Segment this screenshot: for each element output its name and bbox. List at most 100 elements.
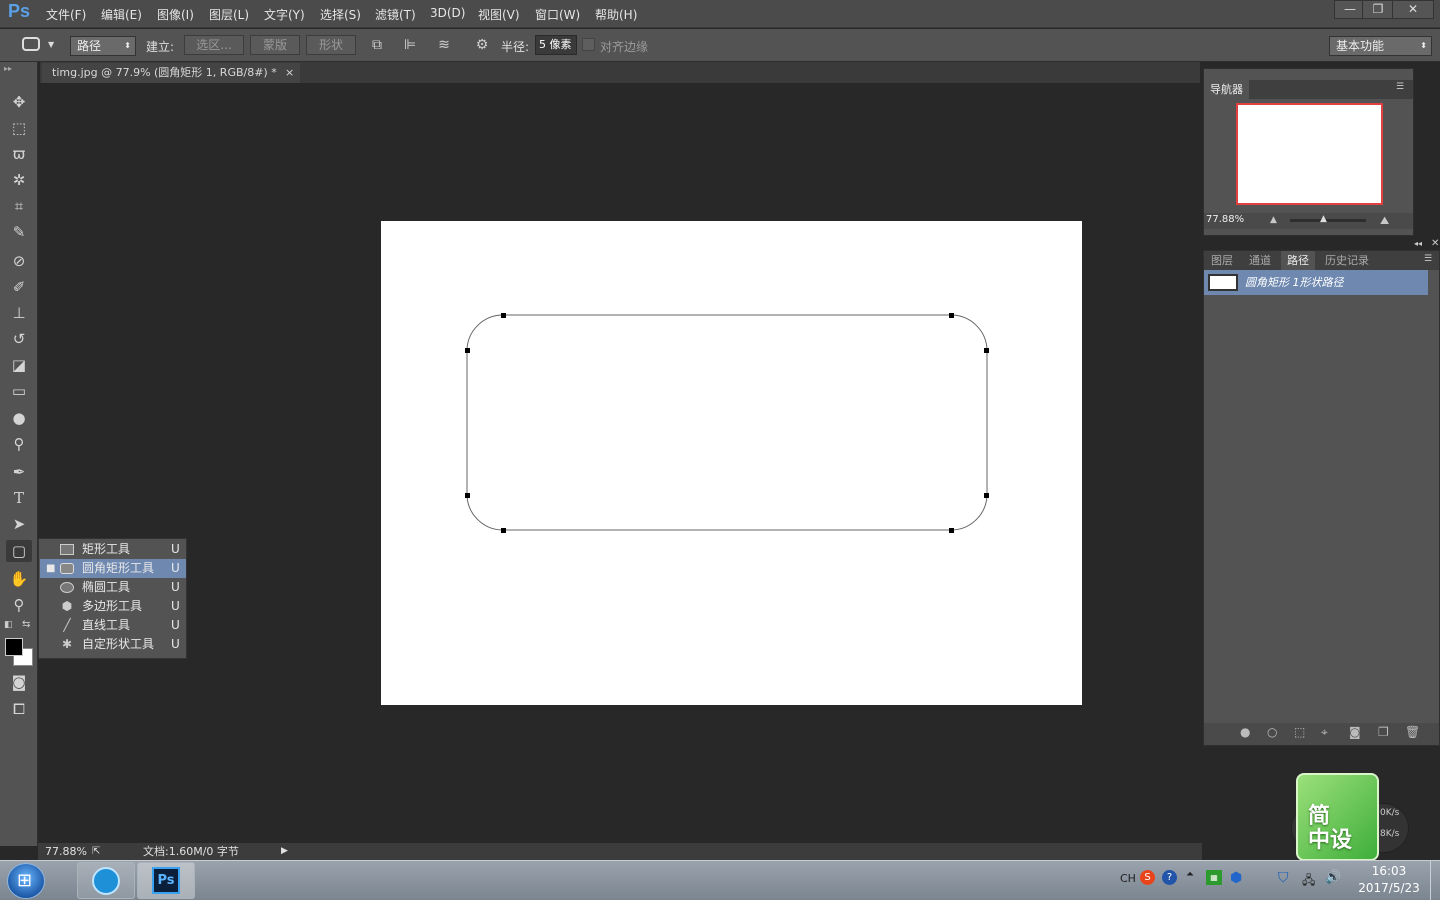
flyout-item-rounded-rectangle[interactable]: ■ 圆角矩形工具 U bbox=[40, 559, 186, 578]
document-canvas[interactable] bbox=[381, 221, 1082, 705]
close-tab-icon[interactable]: × bbox=[285, 63, 294, 83]
tab-channels[interactable]: 通道 bbox=[1243, 251, 1277, 270]
volume-icon[interactable]: 🔊 bbox=[1325, 870, 1341, 885]
collapse-toolbox-icon[interactable]: ▸▸ bbox=[4, 64, 12, 73]
path-selection-tool-icon[interactable]: ➤ bbox=[6, 513, 32, 535]
make-mask-button[interactable]: 蒙版 bbox=[250, 35, 300, 55]
zoom-out-icon[interactable]: ▲ bbox=[1270, 215, 1277, 225]
panel-menu-icon[interactable]: ☰ bbox=[1396, 82, 1404, 92]
stroke-path-icon[interactable]: ○ bbox=[1267, 725, 1277, 739]
magic-wand-tool-icon[interactable]: ✲ bbox=[6, 169, 32, 191]
taskbar-app-photoshop[interactable]: Ps bbox=[137, 862, 195, 899]
move-tool-icon[interactable]: ✥ bbox=[6, 91, 32, 113]
menu-layer[interactable]: 图层(L) bbox=[209, 6, 249, 23]
radius-input[interactable]: 5 像素 bbox=[535, 35, 577, 55]
path-alignment-icon[interactable]: ⊫ bbox=[399, 35, 421, 55]
close-button[interactable]: ✕ bbox=[1392, 0, 1434, 19]
wifi-app-icon[interactable]: ▦ bbox=[1206, 870, 1222, 885]
flyout-item-rectangle[interactable]: 矩形工具 U bbox=[40, 540, 186, 559]
zoom-in-icon[interactable]: ⛰ bbox=[1380, 214, 1389, 228]
ime-icon[interactable]: S bbox=[1140, 870, 1155, 885]
flyout-item-custom-shape[interactable]: ✱ 自定形状工具 U bbox=[40, 635, 186, 654]
path-arrangement-icon[interactable]: ≋ bbox=[433, 35, 455, 55]
tab-navigator[interactable]: 导航器 bbox=[1204, 80, 1249, 99]
close-panel-icon[interactable]: ✕ bbox=[1431, 238, 1439, 249]
collapse-panel-icon[interactable]: ◂◂ bbox=[1414, 239, 1422, 248]
flyout-item-line[interactable]: ╱ 直线工具 U bbox=[40, 616, 186, 635]
hand-tool-icon[interactable]: ✋ bbox=[6, 568, 32, 590]
menu-edit[interactable]: 编辑(E) bbox=[101, 6, 142, 23]
menu-file[interactable]: 文件(F) bbox=[46, 6, 86, 23]
healing-brush-tool-icon[interactable]: ⊘ bbox=[6, 250, 32, 272]
menu-window[interactable]: 窗口(W) bbox=[535, 6, 580, 23]
pen-tool-icon[interactable]: ✒ bbox=[6, 461, 32, 483]
status-menu-arrow-icon[interactable]: ▶ bbox=[281, 843, 288, 860]
workspace-select[interactable]: 基本功能 ⬍ bbox=[1329, 36, 1432, 56]
make-work-path-icon[interactable]: ⌖ bbox=[1321, 725, 1328, 740]
gear-icon[interactable]: ⚙ bbox=[471, 35, 493, 55]
eyedropper-tool-icon[interactable]: ✎ bbox=[6, 221, 32, 243]
quick-mask-icon[interactable]: ◙ bbox=[6, 671, 32, 693]
floating-widget[interactable]: 简 中设 bbox=[1296, 773, 1379, 861]
make-shape-button[interactable]: 形状 bbox=[306, 35, 356, 55]
export-icon[interactable]: ⇱ bbox=[92, 843, 100, 860]
show-desktop-button[interactable] bbox=[1430, 861, 1440, 900]
new-path-icon[interactable]: ❐ bbox=[1378, 725, 1389, 739]
brush-tool-icon[interactable]: ✐ bbox=[6, 276, 32, 298]
flyout-item-polygon[interactable]: ⬢ 多边形工具 U bbox=[40, 597, 186, 616]
screen-mode-icon[interactable]: ⧠ bbox=[6, 698, 32, 720]
rounded-rectangle-tool-preset-icon[interactable] bbox=[22, 37, 40, 51]
default-colors-icon[interactable]: ◧ bbox=[4, 620, 13, 630]
network-icon[interactable]: 🖧 bbox=[1302, 871, 1315, 892]
swap-colors-icon[interactable]: ⇆ bbox=[22, 619, 30, 630]
menu-image[interactable]: 图像(I) bbox=[157, 6, 194, 23]
help-icon[interactable]: ? bbox=[1162, 870, 1177, 885]
taskbar-clock[interactable]: 16:03 2017/5/23 bbox=[1344, 863, 1434, 897]
blur-tool-icon[interactable]: ● bbox=[6, 407, 32, 429]
shield-icon[interactable]: ⛉ bbox=[1278, 870, 1289, 886]
navigator-zoom-value[interactable]: 77.88% bbox=[1206, 214, 1244, 225]
input-language[interactable]: CH bbox=[1120, 872, 1136, 885]
tray-expand-icon[interactable]: ⏶ bbox=[1186, 869, 1194, 880]
lasso-tool-icon[interactable]: ϖ bbox=[6, 143, 32, 165]
menu-3d[interactable]: 3D(D) bbox=[430, 6, 465, 20]
zoom-tool-icon[interactable]: ⚲ bbox=[6, 594, 32, 616]
crop-tool-icon[interactable]: ⌗ bbox=[6, 195, 32, 217]
gradient-tool-icon[interactable]: ▭ bbox=[6, 380, 32, 402]
menu-select[interactable]: 选择(S) bbox=[320, 6, 361, 23]
status-zoom[interactable]: 77.88% bbox=[45, 843, 87, 860]
navigator-thumbnail[interactable] bbox=[1236, 103, 1383, 205]
fill-path-icon[interactable]: ● bbox=[1240, 725, 1250, 739]
foreground-color-swatch[interactable] bbox=[5, 638, 23, 656]
tool-preset-chevron-icon[interactable]: ▼ bbox=[48, 40, 54, 49]
clone-stamp-tool-icon[interactable]: ⊥ bbox=[6, 302, 32, 324]
make-selection-button[interactable]: 选区... bbox=[184, 35, 244, 55]
tab-layers[interactable]: 图层 bbox=[1205, 251, 1239, 270]
taskbar-app-browser[interactable] bbox=[77, 862, 135, 899]
add-mask-icon[interactable]: ◙ bbox=[1349, 725, 1361, 739]
shape-tool-icon[interactable]: ▢ bbox=[6, 540, 32, 562]
restore-button[interactable]: ❐ bbox=[1362, 0, 1394, 19]
trash-icon[interactable]: 🗑 bbox=[1405, 725, 1420, 739]
menu-type[interactable]: 文字(Y) bbox=[264, 6, 305, 23]
menu-view[interactable]: 视图(V) bbox=[478, 6, 520, 23]
cube-app-icon[interactable]: ⬢ bbox=[1230, 870, 1242, 886]
mode-select[interactable]: 路径 ⬍ bbox=[70, 36, 136, 56]
panel-menu-icon[interactable]: ☰ bbox=[1424, 254, 1432, 264]
history-brush-tool-icon[interactable]: ↺ bbox=[6, 328, 32, 350]
flyout-item-ellipse[interactable]: 椭圆工具 U bbox=[40, 578, 186, 597]
tab-paths[interactable]: 路径 bbox=[1281, 251, 1315, 270]
eraser-tool-icon[interactable]: ◪ bbox=[6, 354, 32, 376]
dodge-tool-icon[interactable]: ⚲ bbox=[6, 433, 32, 455]
menu-filter[interactable]: 滤镜(T) bbox=[375, 6, 416, 23]
start-button[interactable]: ⊞ bbox=[7, 863, 45, 899]
tab-history[interactable]: 历史记录 bbox=[1319, 251, 1375, 270]
path-list-item[interactable]: 圆角矩形 1形状路径 bbox=[1204, 270, 1428, 295]
document-tab[interactable]: timg.jpg @ 77.9% (圆角矩形 1, RGB/8#) * × bbox=[42, 63, 300, 83]
zoom-slider-track[interactable] bbox=[1290, 219, 1366, 222]
type-tool-icon[interactable]: T bbox=[6, 487, 32, 509]
load-selection-icon[interactable]: ⬚ bbox=[1294, 725, 1305, 739]
marquee-tool-icon[interactable]: ⬚ bbox=[6, 117, 32, 139]
zoom-slider-thumb[interactable]: ▲ bbox=[1320, 214, 1327, 224]
align-edges-checkbox[interactable] bbox=[582, 38, 595, 51]
